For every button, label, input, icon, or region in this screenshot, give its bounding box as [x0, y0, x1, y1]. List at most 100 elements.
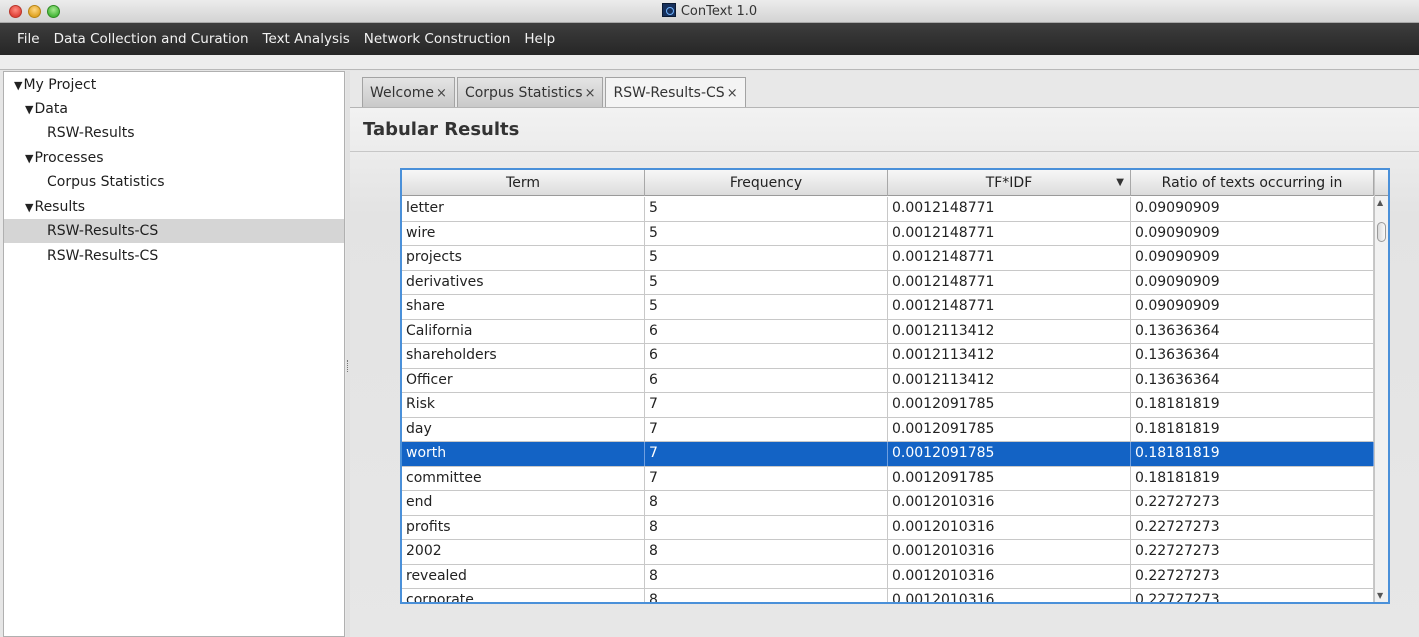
table-row[interactable]: worth 7 0.0012091785 0.18181819: [402, 442, 1374, 467]
cell-term: share: [402, 295, 645, 319]
table-scrollbar[interactable]: ▲ ▼: [1374, 170, 1388, 602]
tree-node-label: RSW-Results-CS: [47, 248, 159, 264]
cell-ratio: 0.22727273: [1131, 491, 1374, 515]
tree-node-processes[interactable]: ▼Processes: [25, 146, 365, 170]
table-row[interactable]: share 5 0.0012148771 0.09090909: [402, 295, 1374, 320]
cell-term: 2002: [402, 540, 645, 564]
tab-content: Tabular Results Term Frequency TF*IDF ▼ R…: [350, 107, 1419, 637]
tab-rsw-results-cs[interactable]: RSW-Results-CS ×: [605, 77, 746, 108]
tree-node-label: Data: [34, 101, 68, 117]
cell-ratio: 0.18181819: [1131, 393, 1374, 417]
expanded-triangle-icon[interactable]: ▼: [25, 98, 33, 122]
menu-bar: File Data Collection and Curation Text A…: [0, 23, 1419, 55]
tree-root[interactable]: ▼My Project: [14, 73, 354, 97]
scrollbar-thumb[interactable]: [1377, 222, 1386, 242]
table-row[interactable]: California 6 0.0012113412 0.13636364: [402, 319, 1374, 344]
column-header-ratio[interactable]: Ratio of texts occurring in: [1131, 170, 1374, 196]
menu-help[interactable]: Help: [517, 31, 562, 47]
cell-ratio: 0.13636364: [1131, 368, 1374, 392]
toolbar-strip: [0, 55, 1419, 70]
table-row[interactable]: 2002 8 0.0012010316 0.22727273: [402, 540, 1374, 565]
scrollbar-corner: [1375, 170, 1388, 196]
expanded-triangle-icon[interactable]: ▼: [14, 74, 22, 98]
column-header-tfidf[interactable]: TF*IDF ▼: [888, 170, 1131, 196]
tree-root-label: My Project: [23, 77, 97, 93]
menu-data-collection[interactable]: Data Collection and Curation: [47, 31, 256, 47]
cell-ratio: 0.09090909: [1131, 197, 1374, 221]
cell-term: derivatives: [402, 270, 645, 294]
cell-tfidf: 0.0012091785: [888, 466, 1131, 490]
expanded-triangle-icon[interactable]: ▼: [25, 147, 33, 171]
tree-node-rsw-results-cs-selected[interactable]: RSW-Results-CS: [4, 219, 344, 243]
cell-ratio: 0.18181819: [1131, 466, 1374, 490]
close-tab-icon[interactable]: ×: [585, 86, 596, 101]
close-tab-icon[interactable]: ×: [727, 86, 738, 101]
cell-term: wire: [402, 221, 645, 245]
table-row[interactable]: revealed 8 0.0012010316 0.22727273: [402, 564, 1374, 589]
cell-term: corporate: [402, 589, 645, 602]
close-tab-icon[interactable]: ×: [436, 86, 447, 101]
column-header-term[interactable]: Term: [402, 170, 645, 196]
cell-ratio: 0.18181819: [1131, 417, 1374, 441]
scroll-up-arrow-icon[interactable]: ▲: [1377, 198, 1383, 207]
cell-term: Risk: [402, 393, 645, 417]
table-row[interactable]: letter 5 0.0012148771 0.09090909: [402, 197, 1374, 222]
cell-tfidf: 0.0012148771: [888, 270, 1131, 294]
tree-node-label: RSW-Results: [47, 125, 135, 141]
tree-node-rsw-results-cs[interactable]: RSW-Results-CS: [47, 244, 387, 268]
menu-file[interactable]: File: [10, 31, 47, 47]
tree-node-data[interactable]: ▼Data: [25, 97, 365, 121]
tab-welcome[interactable]: Welcome ×: [362, 77, 455, 107]
cell-tfidf: 0.0012148771: [888, 197, 1131, 221]
cell-frequency: 6: [645, 344, 888, 368]
expanded-triangle-icon[interactable]: ▼: [25, 196, 33, 220]
cell-tfidf: 0.0012010316: [888, 515, 1131, 539]
tab-label: RSW-Results-CS: [613, 85, 725, 101]
table-row[interactable]: committee 7 0.0012091785 0.18181819: [402, 466, 1374, 491]
column-header-label: Ratio of texts occurring in: [1161, 175, 1343, 191]
table-row[interactable]: Risk 7 0.0012091785 0.18181819: [402, 393, 1374, 418]
table-row[interactable]: projects 5 0.0012148771 0.09090909: [402, 246, 1374, 271]
column-header-label: TF*IDF: [985, 175, 1033, 191]
menu-network-construction[interactable]: Network Construction: [357, 31, 518, 47]
cell-term: profits: [402, 515, 645, 539]
scroll-down-arrow-icon[interactable]: ▼: [1377, 591, 1383, 600]
tree-node-rsw-results[interactable]: RSW-Results: [47, 121, 387, 145]
cell-tfidf: 0.0012113412: [888, 368, 1131, 392]
cell-term: Officer: [402, 368, 645, 392]
table-row[interactable]: end 8 0.0012010316 0.22727273: [402, 491, 1374, 516]
table-row[interactable]: profits 8 0.0012010316 0.22727273: [402, 515, 1374, 540]
tree-node-label: Corpus Statistics: [47, 174, 165, 190]
table-row[interactable]: day 7 0.0012091785 0.18181819: [402, 417, 1374, 442]
tree-node-corpus-statistics[interactable]: Corpus Statistics: [47, 170, 387, 194]
column-header-frequency[interactable]: Frequency: [645, 170, 888, 196]
table-row[interactable]: wire 5 0.0012148771 0.09090909: [402, 221, 1374, 246]
cell-frequency: 7: [645, 393, 888, 417]
results-table[interactable]: Term Frequency TF*IDF ▼ Ratio of texts oc…: [400, 168, 1390, 604]
menu-text-analysis[interactable]: Text Analysis: [256, 31, 357, 47]
tab-corpus-statistics[interactable]: Corpus Statistics ×: [456, 77, 604, 107]
cell-frequency: 5: [645, 270, 888, 294]
tree-node-label: Processes: [34, 150, 104, 166]
table-row[interactable]: derivatives 5 0.0012148771 0.09090909: [402, 270, 1374, 295]
cell-frequency: 5: [645, 295, 888, 319]
table-body: letter 5 0.0012148771 0.09090909 wire 5 0.0012…: [402, 197, 1374, 602]
cell-frequency: 7: [645, 466, 888, 490]
tree-node-results[interactable]: ▼Results: [25, 195, 365, 219]
cell-tfidf: 0.0012010316: [888, 589, 1131, 602]
title-bar: ConText 1.0: [0, 0, 1419, 23]
table-row[interactable]: Officer 6 0.0012113412 0.13636364: [402, 368, 1374, 393]
splitter-grip-icon[interactable]: [347, 360, 349, 372]
tab-label: Welcome: [370, 85, 435, 101]
table-row[interactable]: corporate 8 0.0012010316 0.22727273: [402, 589, 1374, 602]
column-header-label: Term: [506, 175, 540, 191]
table-row[interactable]: shareholders 6 0.0012113412 0.13636364: [402, 344, 1374, 369]
tab-bar: Welcome × Corpus Statistics × RSW-Results-…: [362, 77, 748, 108]
cell-frequency: 5: [645, 197, 888, 221]
cell-ratio: 0.18181819: [1131, 442, 1374, 466]
cell-ratio: 0.13636364: [1131, 344, 1374, 368]
cell-ratio: 0.09090909: [1131, 295, 1374, 319]
cell-term: end: [402, 491, 645, 515]
cell-term: projects: [402, 246, 645, 270]
cell-term: shareholders: [402, 344, 645, 368]
